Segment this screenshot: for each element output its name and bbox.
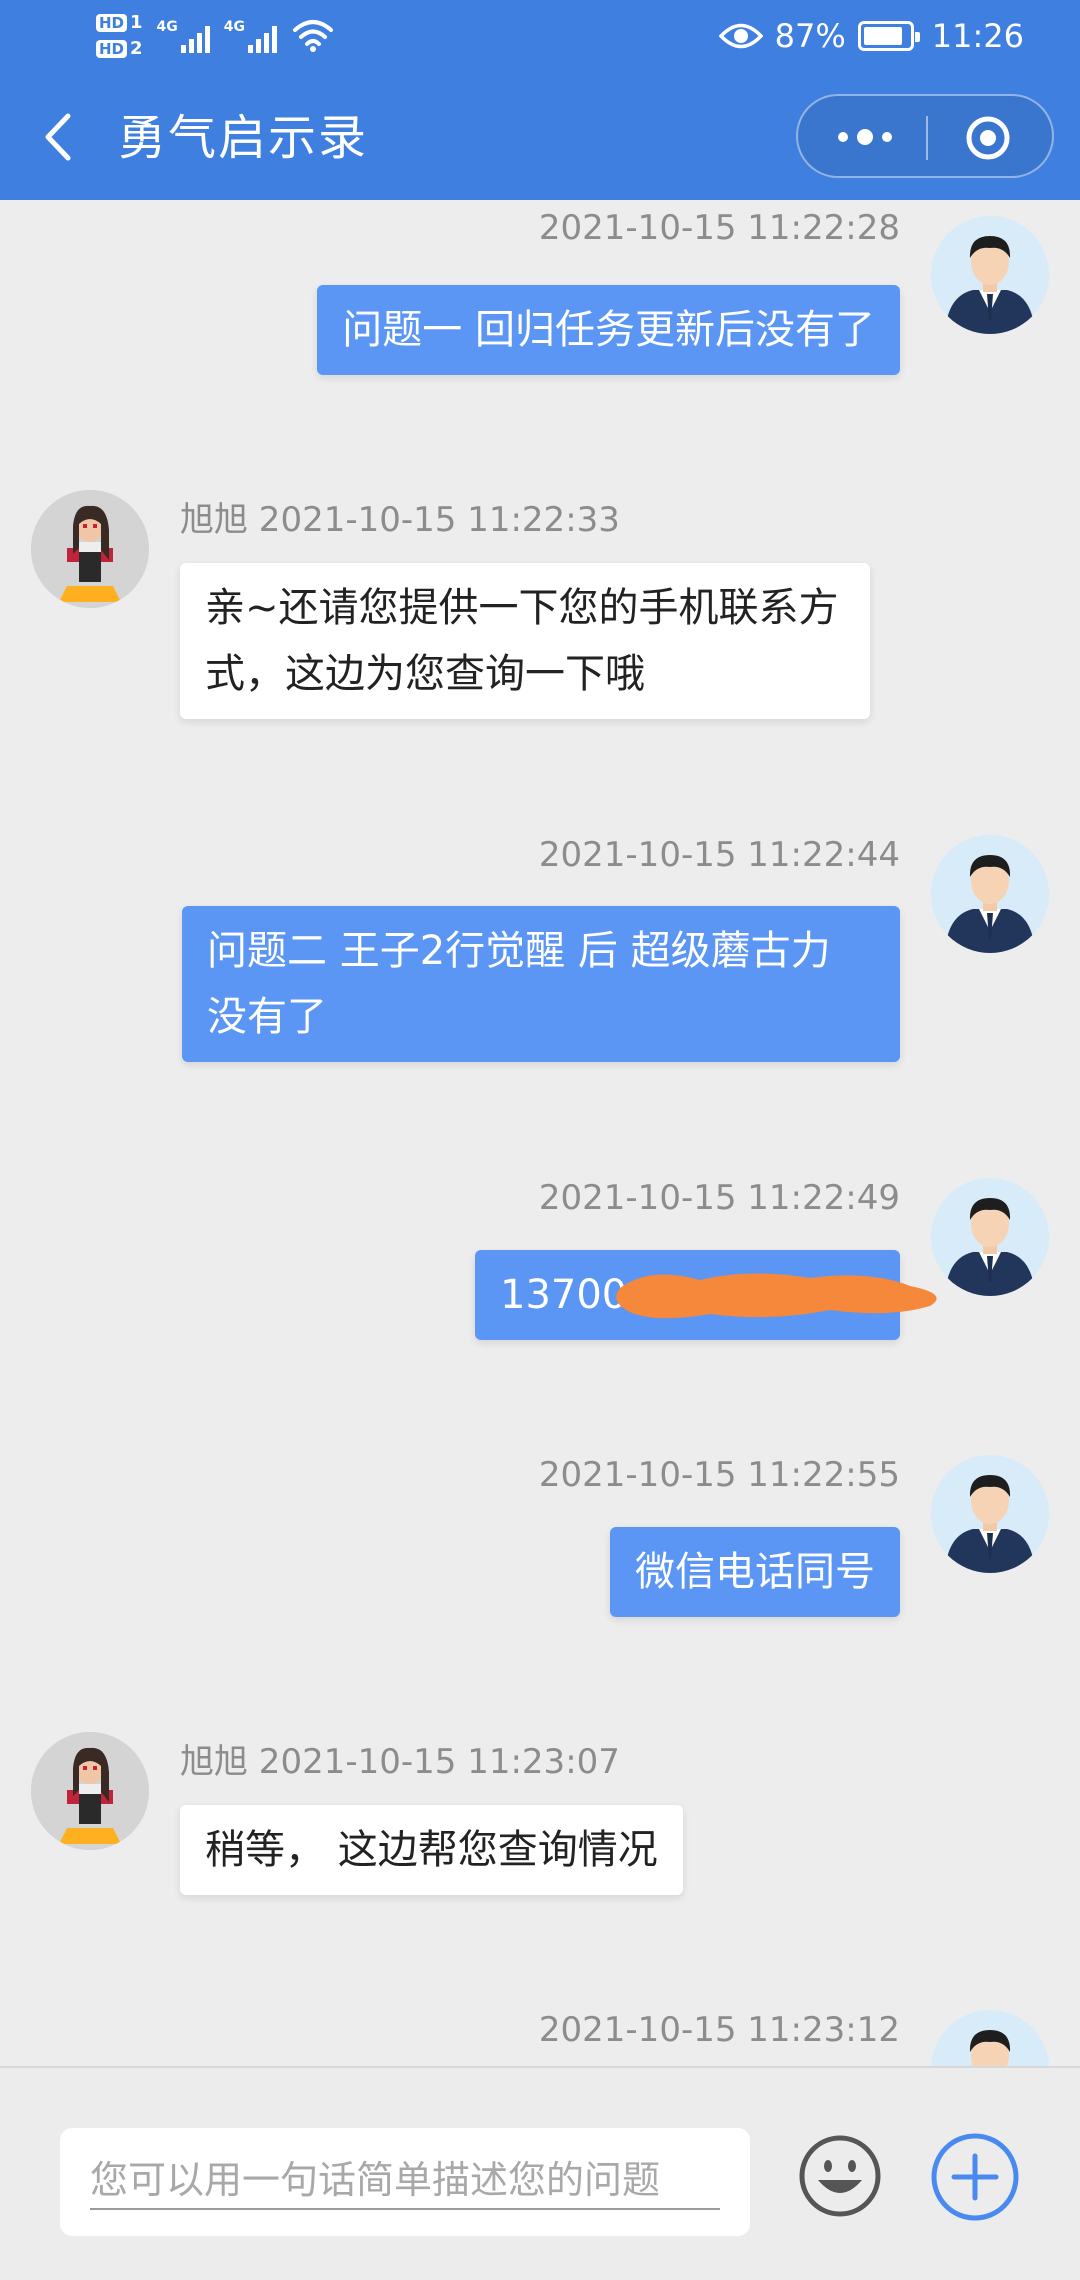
- message-meta: 旭旭 2021-10-15 11:23:07: [180, 1742, 620, 1782]
- status-bar: HD 1 HD 2 4G 4G 87% 11:26: [0, 0, 1080, 70]
- sim-indicators: HD 1 HD 2: [96, 12, 143, 60]
- user-avatar[interactable]: [931, 1455, 1049, 1573]
- status-left: HD 1 HD 2 4G 4G: [96, 6, 335, 66]
- wifi-icon: [293, 20, 334, 52]
- message-bubble[interactable]: 问题二 王子2行觉醒 后 超级蘑古力 没有了: [182, 906, 900, 1062]
- message-bubble[interactable]: 问题一 回归任务更新后没有了: [317, 285, 900, 375]
- message-line: 亲~还请您提供一下您的手机联系方: [205, 585, 839, 631]
- input-container: [60, 2128, 750, 2236]
- capsule-divider: [926, 116, 928, 160]
- battery-icon: [857, 21, 920, 51]
- sim2-label: 2: [130, 38, 143, 59]
- signal-1-icon: 4G: [157, 19, 210, 53]
- status-right: 87% 11:26: [718, 8, 1024, 64]
- battery-percent: 87%: [774, 17, 846, 55]
- agent-avatar[interactable]: [31, 1732, 149, 1850]
- message-bubble[interactable]: 稍等， 这边帮您查询情况: [180, 1805, 683, 1895]
- sim1-label: 1: [130, 12, 143, 33]
- message-bubble[interactable]: 微信电话同号: [610, 1527, 900, 1617]
- message-meta: 2021-10-15 11:22:55: [538, 1455, 900, 1495]
- message-meta: 2021-10-15 11:23:12: [538, 2010, 900, 2050]
- message-meta: 2021-10-15 11:22:44: [538, 835, 900, 875]
- message-meta: 旭旭 2021-10-15 11:22:33: [180, 500, 620, 540]
- user-avatar[interactable]: [931, 216, 1049, 334]
- more-dots-icon[interactable]: [838, 122, 892, 152]
- message-line: 没有了: [207, 994, 327, 1040]
- signal-2-icon: 4G: [223, 19, 278, 53]
- user-avatar[interactable]: [931, 835, 1049, 953]
- user-avatar[interactable]: [931, 2010, 1049, 2066]
- top-header: HD 1 HD 2 4G 4G 87% 11:26 勇气启示录: [0, 0, 1080, 200]
- eye-icon: [718, 23, 763, 49]
- hd-badge-1: HD: [96, 14, 128, 32]
- smiley-face-icon[interactable]: [798, 2134, 882, 2218]
- message-line: 式，这边为您查询一下哦: [205, 651, 645, 697]
- message-input[interactable]: [90, 2152, 720, 2210]
- mini-program-capsule: [796, 94, 1054, 178]
- target-close-icon[interactable]: [964, 114, 1012, 162]
- phone-number-prefix: 13700: [500, 1272, 628, 1318]
- message-bubble[interactable]: 亲~还请您提供一下您的手机联系方 式，这边为您查询一下哦: [180, 563, 870, 719]
- chat-list[interactable]: 2021-10-15 11:22:28 问题一 回归任务更新后没有了 旭旭 20…: [0, 200, 1080, 2066]
- input-bar: [0, 2066, 1080, 2280]
- redaction-scribble: [616, 1273, 937, 1319]
- clock: 11:26: [931, 17, 1024, 55]
- agent-avatar[interactable]: [31, 490, 149, 608]
- message-line: 问题二 王子2行觉醒 后 超级蘑古力: [207, 928, 831, 974]
- message-meta: 2021-10-15 11:22:28: [538, 208, 900, 248]
- network-type-1: 4G: [156, 19, 178, 35]
- network-type-2: 4G: [223, 19, 246, 35]
- back-chevron-icon[interactable]: [38, 112, 78, 162]
- message-meta: 2021-10-15 11:22:49: [538, 1178, 900, 1218]
- plus-circle-icon[interactable]: [930, 2132, 1020, 2222]
- hd-badge-2: HD: [96, 40, 128, 58]
- page-title: 勇气启示录: [118, 110, 369, 166]
